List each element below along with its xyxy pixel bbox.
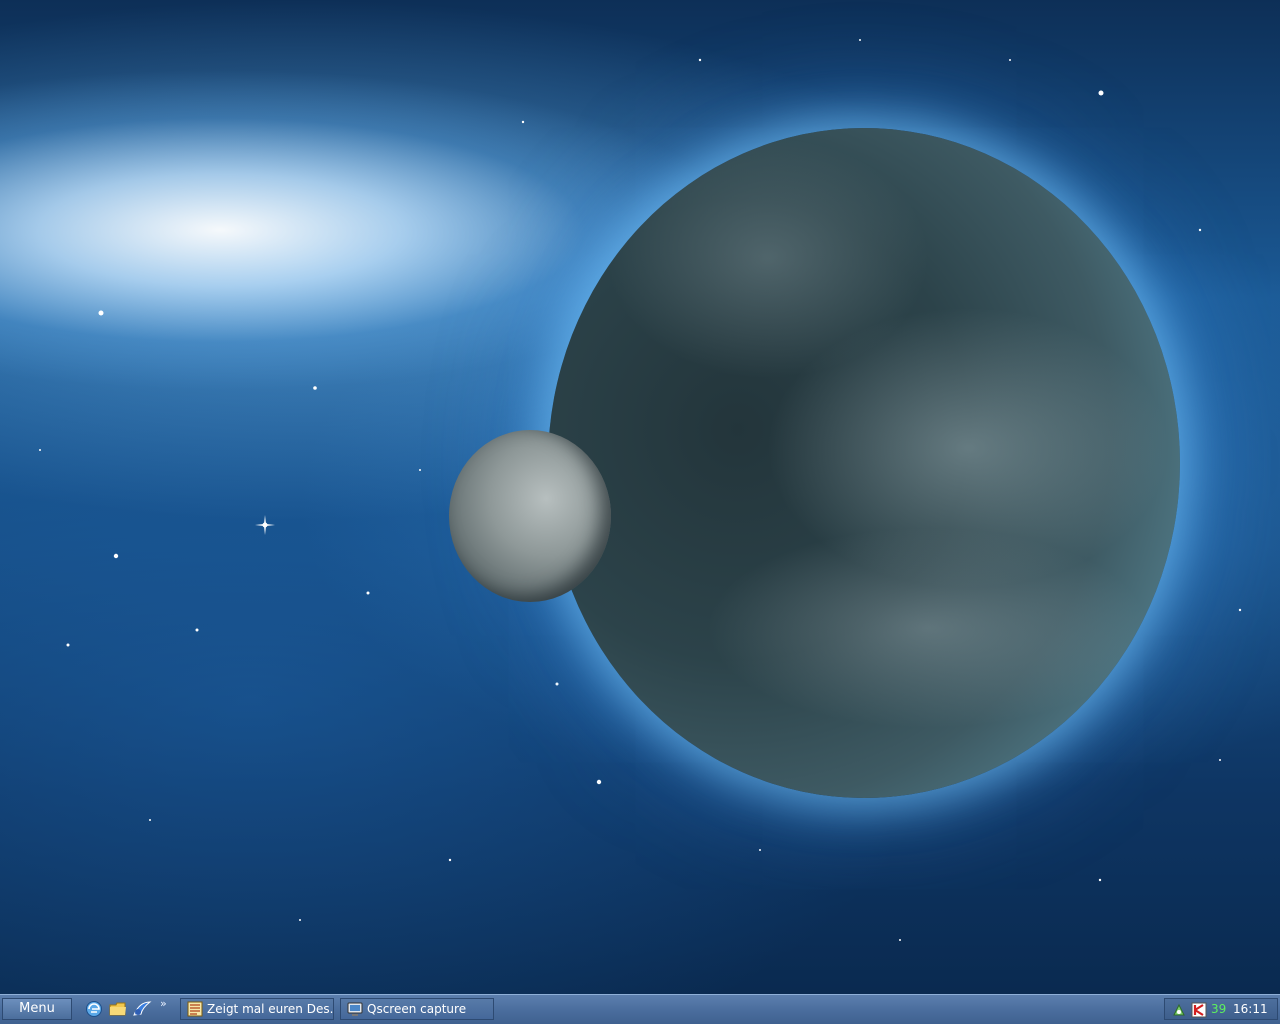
star <box>195 628 199 632</box>
star <box>313 386 317 390</box>
star <box>859 39 861 41</box>
tray-counter: 39 <box>1211 1002 1227 1016</box>
clock[interactable]: 16:11 <box>1233 1002 1268 1016</box>
star <box>1098 90 1104 96</box>
star <box>1009 59 1011 61</box>
antivirus-icon[interactable] <box>1191 1002 1207 1022</box>
more-chevron-icon[interactable]: » <box>160 997 167 1010</box>
mail-icon[interactable] <box>132 999 152 1019</box>
star <box>759 849 761 851</box>
star <box>1238 608 1242 612</box>
star <box>1219 759 1221 761</box>
star <box>521 120 525 124</box>
planet <box>548 128 1180 798</box>
star <box>419 469 421 471</box>
star <box>66 643 70 647</box>
screen-capture-icon <box>347 1001 363 1017</box>
bright-star <box>255 515 275 535</box>
star <box>366 591 370 595</box>
star <box>98 310 104 316</box>
star <box>448 858 452 862</box>
web-page-icon <box>187 1001 203 1017</box>
star <box>149 819 151 821</box>
taskbar: Menu » Zeigt mal euren Des... Qscreen ca… <box>0 994 1280 1024</box>
task-label: Zeigt mal euren Des... <box>207 1002 334 1016</box>
star <box>596 779 602 785</box>
browser-icon[interactable] <box>84 999 104 1019</box>
star <box>39 449 41 451</box>
star <box>698 58 702 62</box>
system-tray: 39 16:11 <box>1164 998 1278 1020</box>
menu-button[interactable]: Menu <box>2 998 72 1020</box>
network-icon[interactable] <box>1171 1002 1187 1022</box>
moon <box>449 430 611 602</box>
star <box>555 682 559 686</box>
task-label: Qscreen capture <box>367 1002 467 1016</box>
star <box>113 553 119 559</box>
task-button-forum[interactable]: Zeigt mal euren Des... <box>180 998 334 1020</box>
star <box>899 939 901 941</box>
star <box>1198 228 1202 232</box>
desktop-wallpaper <box>0 0 1280 994</box>
star <box>1098 878 1102 882</box>
star <box>299 919 301 921</box>
folder-icon[interactable] <box>108 999 128 1019</box>
task-button-qscreen[interactable]: Qscreen capture <box>340 998 494 1020</box>
